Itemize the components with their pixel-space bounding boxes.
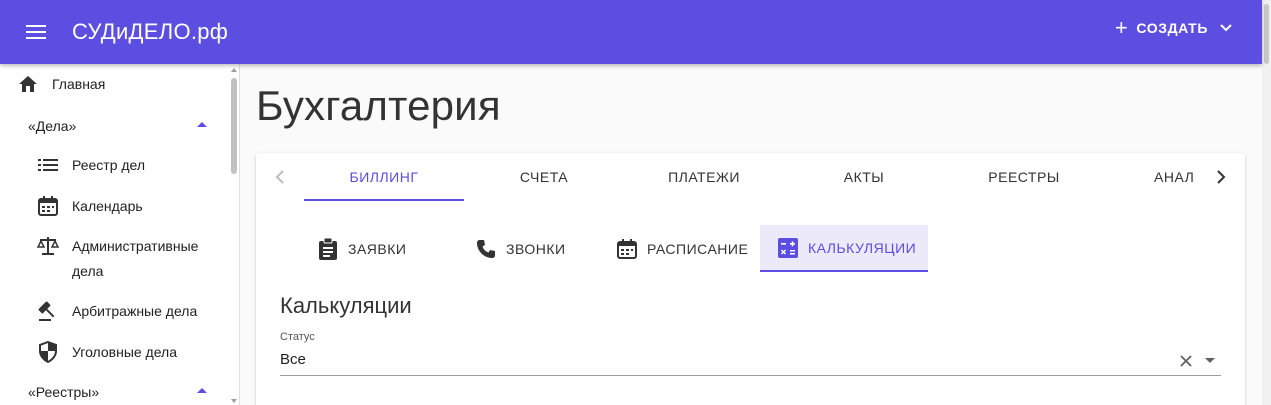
sidebar-group-registries[interactable]: «Реестры» [28,384,99,400]
sidebar-item-arbitration-cases[interactable]: Арбитражные дела [0,299,230,323]
sidebar-item-label-line1: Административные [72,238,199,254]
subtab-requests[interactable]: ЗАЯВКИ [316,225,406,272]
chevron-down-icon [1220,24,1232,32]
subtab-label: РАСПИСАНИЕ [647,240,749,257]
list-icon [36,153,60,177]
plus-icon: + [1114,15,1129,40]
sidebar-item-case-registry[interactable]: Реестр дел [0,153,230,177]
tab-invoices[interactable]: СЧЕТА [464,153,624,201]
collapse-caret-icon[interactable] [197,388,207,393]
scales-icon [36,234,60,258]
calendar-icon [36,194,60,218]
sidebar-item-label-line2: дела [72,263,104,279]
brand-title[interactable]: СУДиДЕЛО.рф [72,19,228,45]
clear-icon[interactable] [1176,351,1196,371]
sidebar-item-label: Реестр дел [72,157,146,173]
tab-analytics[interactable]: АНАЛ [1104,153,1224,201]
calendar-icon [615,237,639,261]
sidebar-item-administrative-cases[interactable]: Административные дела [0,234,230,284]
status-field-label: Статус [280,331,315,343]
window-scrollbar[interactable] [1262,0,1271,405]
tab-scroll-left-icon[interactable] [268,165,292,189]
sidebar-item-label: Уголовные дела [72,344,178,360]
sidebar-item-label: Календарь [72,198,143,214]
subtab-calls[interactable]: ЗВОНКИ [474,225,566,272]
billing-card: БИЛЛИНГ СЧЕТА ПЛАТЕЖИ АКТЫ РЕЕСТРЫ АНАЛ … [256,153,1245,405]
clipboard-icon [316,237,340,261]
gavel-icon [36,299,60,323]
status-select[interactable]: Все [280,351,306,368]
tab-scroll-right-icon[interactable] [1209,165,1233,189]
tab-active-indicator [304,199,464,201]
subtab-label: ЗВОНКИ [506,240,566,257]
sidebar-item-home[interactable]: Главная [0,72,230,96]
subtab-calculations[interactable]: КАЛЬКУЛЯЦИИ [760,225,929,272]
subtab-label: КАЛЬКУЛЯЦИИ [808,239,917,256]
sidebar-item-label: Арбитражные дела [72,303,198,319]
sidebar-scrollbar[interactable] [231,66,237,405]
page-title: Бухгалтерия [256,82,501,129]
create-button[interactable]: + СОЗДАТЬ [1114,15,1232,40]
phone-icon [474,237,498,261]
sidebar-item-label: Главная [52,76,106,92]
create-label: СОЗДАТЬ [1136,20,1208,36]
dropdown-arrow-icon[interactable] [1200,351,1220,371]
menu-icon[interactable] [24,20,48,44]
app-bar: СУДиДЕЛО.рф + СОЗДАТЬ [0,0,1262,64]
sidebar-group-cases[interactable]: «Дела» [28,118,76,134]
tab-registries[interactable]: РЕЕСТРЫ [944,153,1104,201]
subtab-label: ЗАЯВКИ [348,240,407,257]
tab-acts[interactable]: АКТЫ [784,153,944,201]
tab-billing[interactable]: БИЛЛИНГ [304,153,464,201]
section-title: Калькуляции [280,293,412,318]
calculator-icon [776,236,800,260]
sidebar-item-calendar[interactable]: Календарь [0,194,230,218]
status-field-underline [280,375,1221,376]
subtab-schedule[interactable]: РАСПИСАНИЕ [615,225,748,272]
collapse-caret-icon[interactable] [197,122,207,127]
tab-bar: БИЛЛИНГ СЧЕТА ПЛАТЕЖИ АКТЫ РЕЕСТРЫ АНАЛ [256,153,1245,201]
tab-payments[interactable]: ПЛАТЕЖИ [624,153,784,201]
home-icon [16,72,40,96]
sidebar: Главная «Дела» Реестр дел Календарь Адми… [0,64,240,405]
sidebar-item-criminal-cases[interactable]: Уголовные дела [0,340,230,364]
shield-icon [36,340,60,364]
